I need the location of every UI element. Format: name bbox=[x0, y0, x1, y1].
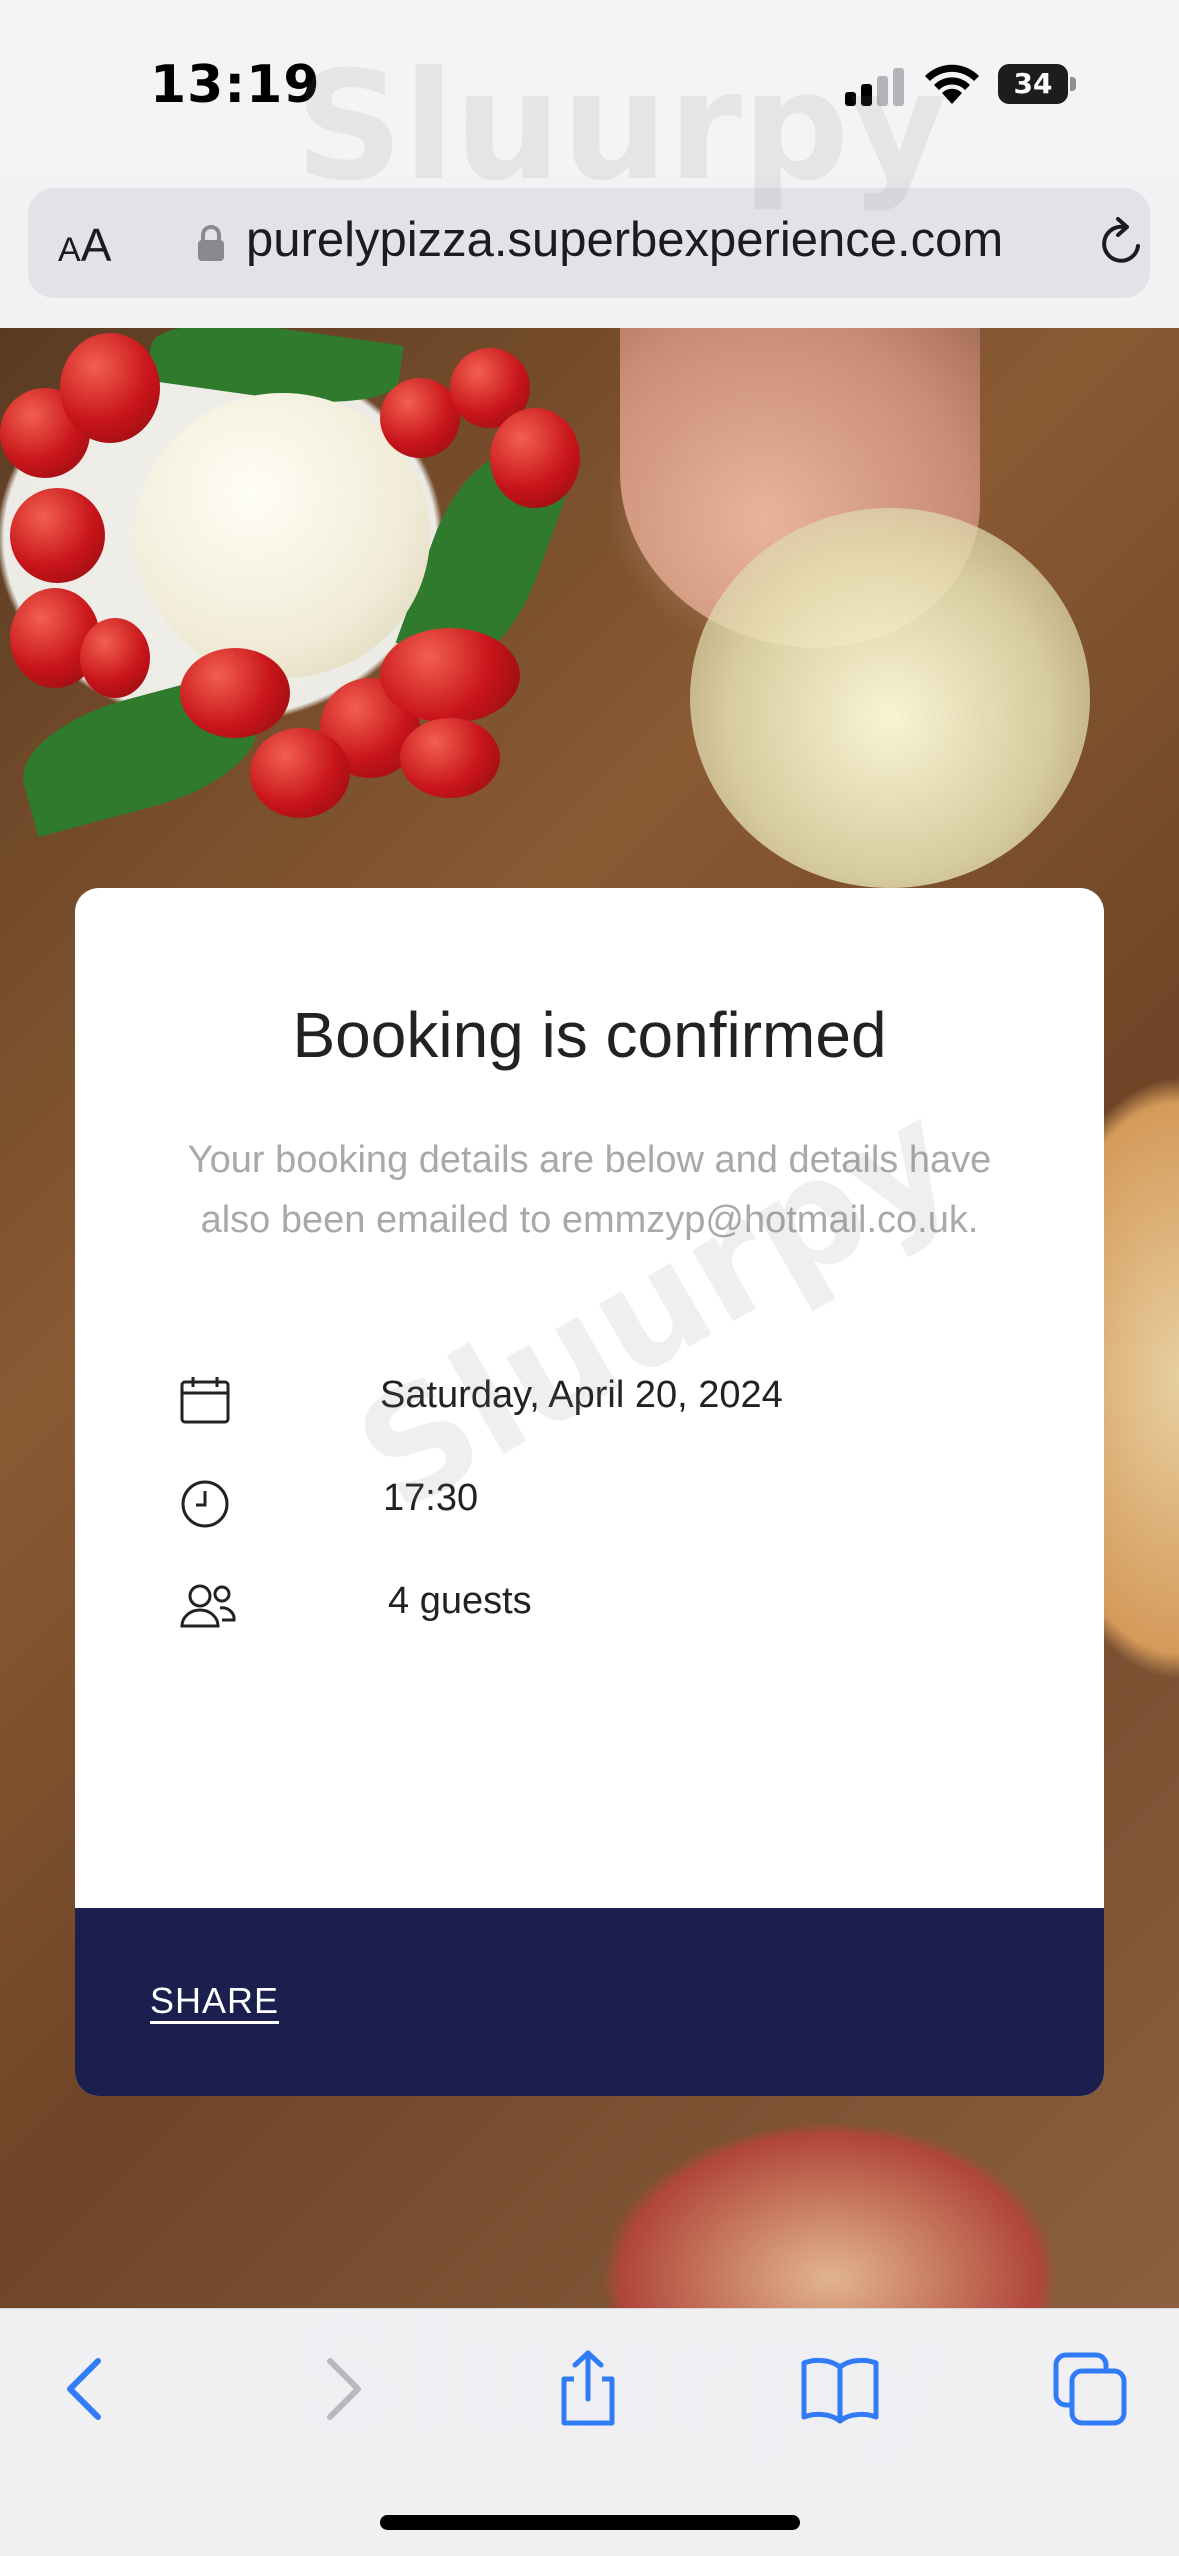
back-icon[interactable] bbox=[48, 2349, 128, 2429]
booking-time: 17:30 bbox=[383, 1477, 479, 1519]
share-icon[interactable] bbox=[548, 2349, 628, 2429]
booking-date: Saturday, April 20, 2024 bbox=[380, 1374, 783, 1416]
tabs-icon[interactable] bbox=[1050, 2349, 1130, 2429]
forward-icon[interactable] bbox=[300, 2349, 380, 2429]
bookmarks-icon[interactable] bbox=[800, 2349, 880, 2429]
share-link[interactable]: SHARE bbox=[150, 1980, 279, 2022]
url-text[interactable]: purelypizza.superbexperience.com bbox=[246, 212, 1003, 268]
calendar-icon bbox=[180, 1377, 230, 1424]
booking-title: Booking is confirmed bbox=[292, 999, 887, 1071]
battery-icon: 34 bbox=[998, 64, 1076, 104]
address-bar[interactable]: AA purelypizza.superbexperience.com bbox=[28, 188, 1150, 298]
booking-time-row: 17:30 bbox=[180, 1473, 980, 1533]
cellular-signal-icon bbox=[845, 68, 905, 106]
booking-date-row: Saturday, April 20, 2024 bbox=[180, 1370, 980, 1430]
status-bar: 13:19 34 bbox=[0, 0, 1179, 175]
booking-guests-row: 4 guests bbox=[180, 1576, 980, 1636]
clock-icon bbox=[181, 1480, 229, 1528]
wine-glass bbox=[690, 508, 1090, 888]
lock-icon bbox=[198, 225, 224, 261]
booking-guests: 4 guests bbox=[388, 1580, 532, 1622]
battery-level: 34 bbox=[998, 64, 1068, 104]
reload-icon[interactable] bbox=[1094, 216, 1148, 270]
status-time: 13:19 bbox=[150, 55, 321, 115]
booking-description: Your booking details are below and detai… bbox=[187, 1139, 992, 1241]
guests-icon bbox=[180, 1584, 236, 1628]
text-size-button[interactable]: AA bbox=[58, 218, 111, 272]
home-indicator bbox=[380, 2515, 800, 2530]
booking-confirmation-card: Booking is confirmed Your booking detail… bbox=[75, 888, 1104, 2096]
card-footer: SHARE bbox=[75, 1908, 1104, 2096]
wifi-icon bbox=[925, 64, 979, 104]
